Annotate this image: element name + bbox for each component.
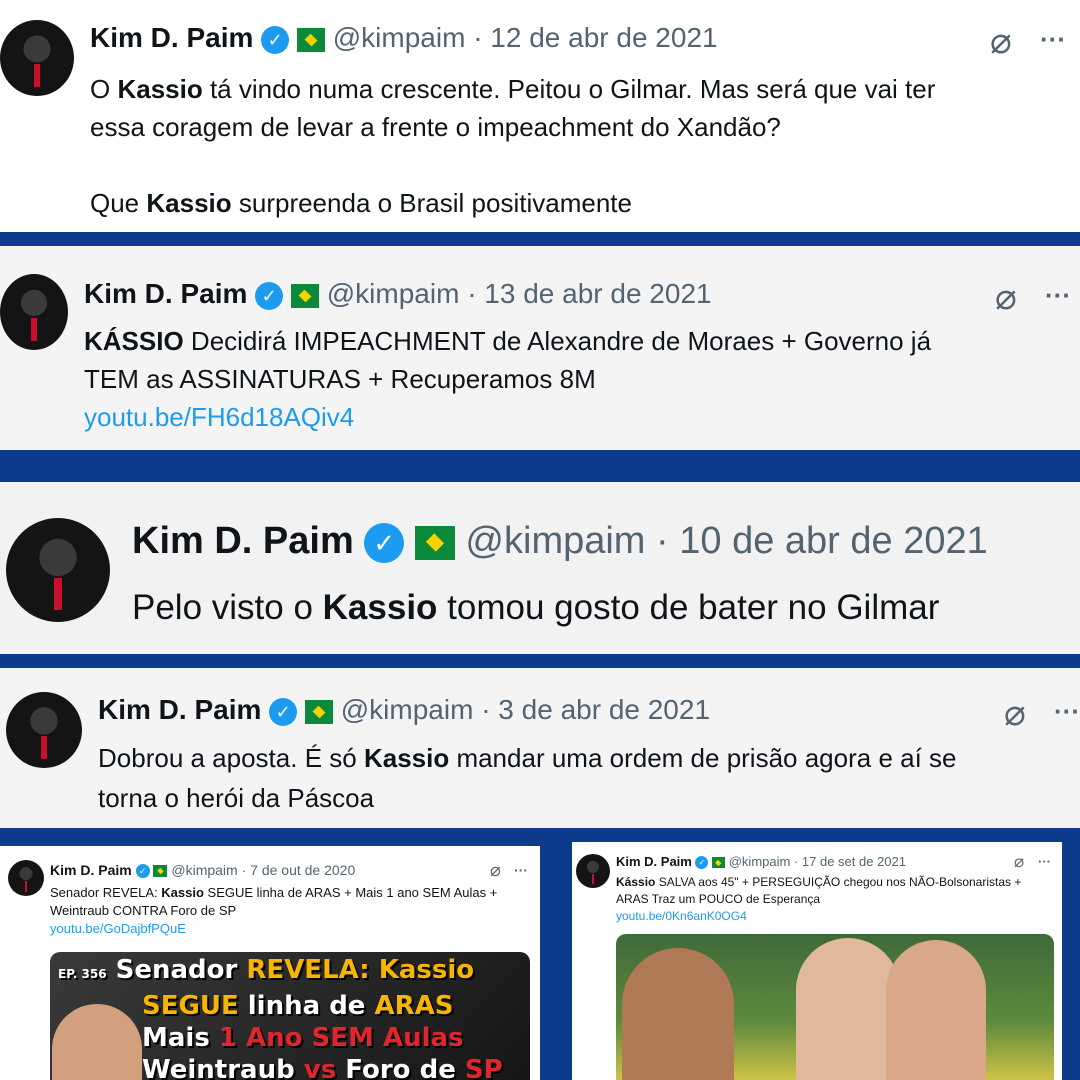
author-name[interactable]: Kim D. Paim [132,520,354,562]
tweet-date[interactable]: · 7 de out de 2020 [242,862,356,878]
author-name[interactable]: Kim D. Paim [98,694,261,725]
author-handle[interactable]: @kimpaim [333,22,466,53]
tweet-text: Dobrou a aposta. É só Kassio mandar uma … [98,743,957,813]
highlight: Kassio [117,74,203,104]
tweet-header: Kim D. Paim ✓ @kimpaim · 12 de abr de 20… [90,22,718,54]
tweet-card-2[interactable]: Kim D. Paim ✓ @kimpaim · 13 de abr de 20… [0,246,1080,450]
author-name[interactable]: Kim D. Paim [616,854,692,869]
flag-emoji-icon [712,857,726,869]
more-icon[interactable]: ··· [1054,696,1080,727]
author-handle[interactable]: @kimpaim [171,862,237,878]
author-handle[interactable]: @kimpaim [327,278,460,309]
thumbnail-person-1 [622,948,734,1080]
verified-badge-icon: ✓ [135,864,150,879]
verified-badge-icon: ✓ [255,281,284,310]
tweet-text: KÁSSIO Decidirá IMPEACHMENT de Alexandre… [84,322,931,436]
tweet-date[interactable]: · 12 de abr de 2021 [473,22,717,53]
tweet-date[interactable]: · 3 de abr de 2021 [481,694,710,725]
thumbnail-text: EP. 356 Senador REVELA: Kassio SEGUE lin… [58,955,503,1080]
avatar[interactable] [6,692,82,768]
tweet-card-5[interactable]: Kim D. Paim ✓ @kimpaim · 7 de out de 202… [0,846,540,1080]
tweet-card-6[interactable]: Kim D. Paim ✓ @kimpaim · 17 de set de 20… [572,842,1062,1080]
verified-badge-icon: ✓ [261,25,290,54]
highlight: Kassio [161,885,204,900]
tweet-header: Kim D. Paim ✓ @kimpaim · 17 de set de 20… [616,854,906,870]
flag-emoji-icon [296,27,325,52]
tweet-card-1[interactable]: Kim D. Paim ✓ @kimpaim · 12 de abr de 20… [0,0,1080,232]
avatar[interactable] [0,274,68,350]
tweet-link[interactable]: youtu.be/GoDajbfPQuE [50,920,497,938]
tweet-text: Kássio SALVA aos 45" + PERSEGUIÇÃO chego… [616,875,1022,925]
tweet-card-3[interactable]: Kim D. Paim ✓ @kimpaim · 10 de abr de 20… [0,482,1080,654]
thumbnail-person-3 [886,940,986,1080]
more-icon[interactable]: ··· [514,862,528,878]
more-icon[interactable]: ··· [1038,854,1051,869]
verified-badge-icon: ✓ [695,856,709,870]
flag-emoji-icon [414,525,455,560]
highlight: KÁSSIO [84,326,184,356]
avatar[interactable] [0,20,74,96]
highlight: Kassio [146,188,232,218]
grok-icon[interactable]: ⌀ [995,276,1017,318]
tweet-header: Kim D. Paim ✓ @kimpaim · 10 de abr de 20… [132,520,988,563]
tweet-text: Senador REVELA: Kassio SEGUE linha de AR… [50,885,498,938]
tweet-date[interactable]: · 13 de abr de 2021 [467,278,711,309]
author-name[interactable]: Kim D. Paim [50,862,132,878]
author-handle[interactable]: @kimpaim [341,694,474,725]
tweet-header: Kim D. Paim ✓ @kimpaim · 7 de out de 202… [50,862,356,879]
grok-icon[interactable]: ⌀ [490,860,501,881]
flag-emoji-icon [304,699,333,724]
author-name[interactable]: Kim D. Paim [84,278,247,309]
tweet-text: Pelo visto o Kassio tomou gosto de bater… [132,588,940,627]
verified-badge-icon: ✓ [269,697,298,726]
grok-icon[interactable]: ⌀ [1004,692,1026,734]
author-name[interactable]: Kim D. Paim [90,22,253,53]
tweet-link[interactable]: youtu.be/FH6d18AQiv4 [84,398,931,436]
author-handle[interactable]: @kimpaim [729,854,791,869]
tweet-header: Kim D. Paim ✓ @kimpaim · 13 de abr de 20… [84,278,712,310]
grok-icon[interactable]: ⌀ [990,20,1012,62]
avatar[interactable] [6,518,110,622]
grok-icon[interactable]: ⌀ [1014,852,1024,872]
flag-emoji-icon [290,283,319,308]
flag-emoji-icon [153,865,168,878]
tweet-date[interactable]: · 17 de set de 2021 [794,854,906,869]
tweet-date[interactable]: · 10 de abr de 2021 [656,520,988,562]
video-thumbnail[interactable]: EP. 356 Senador REVELA: Kassio SEGUE lin… [50,952,530,1080]
thumbnail-person-2 [796,938,900,1080]
verified-badge-icon: ✓ [364,522,405,563]
highlight: Kassio [322,588,438,627]
tweet-link[interactable]: youtu.be/0Kn6anK0OG4 [616,908,1021,925]
highlight: Kássio [616,875,656,889]
video-thumbnail[interactable] [616,934,1054,1080]
author-handle[interactable]: @kimpaim [465,520,645,562]
tweet-text: O Kassio tá vindo numa crescente. Peitou… [90,74,936,218]
highlight: Kassio [363,743,450,773]
tweet-header: Kim D. Paim ✓ @kimpaim · 3 de abr de 202… [98,694,710,726]
more-icon[interactable]: ··· [1045,280,1071,311]
avatar[interactable] [576,854,610,888]
more-icon[interactable]: ··· [1040,24,1066,55]
tweet-card-4[interactable]: Kim D. Paim ✓ @kimpaim · 3 de abr de 202… [0,668,1080,828]
avatar[interactable] [8,860,44,896]
